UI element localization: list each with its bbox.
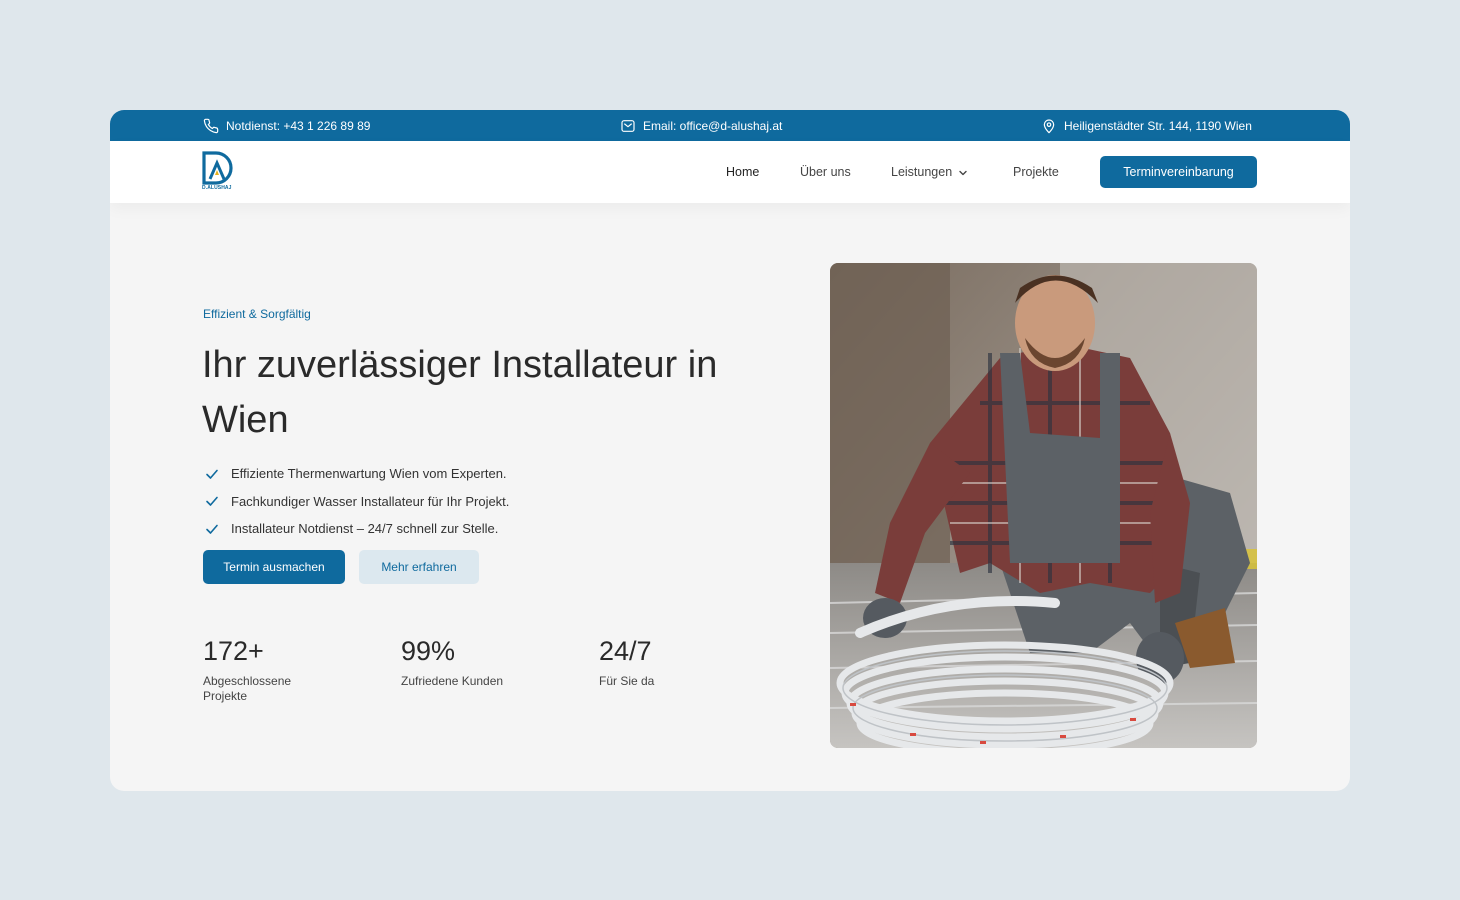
main-navigation: D.ALUSHAJ Home Über uns Leistungen Proje…	[110, 141, 1350, 203]
hero-eyebrow: Effizient & Sorgfältig	[203, 307, 311, 321]
nav-item-leistungen-label: Leistungen	[891, 165, 953, 179]
stat-label: Zufriedene Kunden	[401, 674, 504, 688]
stat-projects: 172+ Abgeschlossene Projekte	[203, 634, 303, 704]
hero-photo	[830, 263, 1257, 748]
checklist-text: Effiziente Thermenwartung Wien vom Exper…	[231, 466, 507, 482]
nav-item-ueber-uns[interactable]: Über uns	[800, 165, 851, 179]
phone-text: Notdienst: +43 1 226 89 89	[226, 118, 371, 133]
feature-checklist: Effiziente Thermenwartung Wien vom Exper…	[205, 460, 509, 543]
nav-item-home[interactable]: Home	[726, 165, 759, 179]
book-appointment-button[interactable]: Termin ausmachen	[203, 550, 345, 584]
logo-mark-icon	[202, 151, 233, 185]
page-card: Notdienst: +43 1 226 89 89 Email: office…	[110, 110, 1350, 791]
nav-item-projekte[interactable]: Projekte	[1013, 165, 1059, 179]
top-info-bar: Notdienst: +43 1 226 89 89 Email: office…	[110, 110, 1350, 141]
plumber-photo-illustration	[830, 263, 1257, 748]
stat-label: Für Sie da	[599, 674, 655, 688]
check-icon	[206, 469, 218, 479]
address-text: Heiligenstädter Str. 144, 1190 Wien	[1064, 118, 1252, 133]
hero-headline: Ihr zuverlässiger Installateur in Wien	[202, 344, 718, 441]
phone-icon	[203, 118, 219, 133]
chevron-down-icon	[959, 170, 967, 175]
checklist-item: Installateur Notdienst – 24/7 schnell zu…	[205, 515, 509, 543]
checklist-text: Installateur Notdienst – 24/7 schnell zu…	[231, 521, 499, 537]
logo-text: D.ALUSHAJ	[202, 185, 232, 191]
stat-value: 24/7	[599, 636, 652, 666]
stat-availability: 24/7 Für Sie da	[599, 634, 719, 689]
checklist-item: Fachkundiger Wasser Installateur für Ihr…	[205, 488, 509, 516]
checklist-text: Fachkundiger Wasser Installateur für Ihr…	[231, 493, 510, 509]
check-icon	[206, 524, 218, 534]
email-contact[interactable]: Email: office@d-alushaj.at	[620, 110, 782, 141]
phone-contact[interactable]: Notdienst: +43 1 226 89 89	[203, 110, 370, 141]
appointment-button[interactable]: Terminvereinbarung	[1100, 156, 1257, 188]
mail-icon	[621, 119, 635, 132]
check-icon	[206, 496, 218, 507]
address-contact[interactable]: Heiligenstädter Str. 144, 1190 Wien	[1041, 110, 1252, 141]
stat-label: Abgeschlossene Projekte	[203, 674, 292, 703]
stat-customers: 99% Zufriedene Kunden	[401, 634, 521, 689]
nav-item-leistungen[interactable]: Leistungen	[891, 165, 968, 179]
location-pin-icon	[1043, 118, 1055, 133]
stat-value: 172+	[203, 636, 264, 666]
company-logo[interactable]: D.ALUSHAJ	[202, 151, 234, 191]
stat-value: 99%	[401, 636, 456, 666]
checklist-item: Effiziente Thermenwartung Wien vom Exper…	[205, 460, 509, 488]
email-text: Email: office@d-alushaj.at	[643, 118, 783, 133]
learn-more-button[interactable]: Mehr erfahren	[359, 550, 479, 584]
